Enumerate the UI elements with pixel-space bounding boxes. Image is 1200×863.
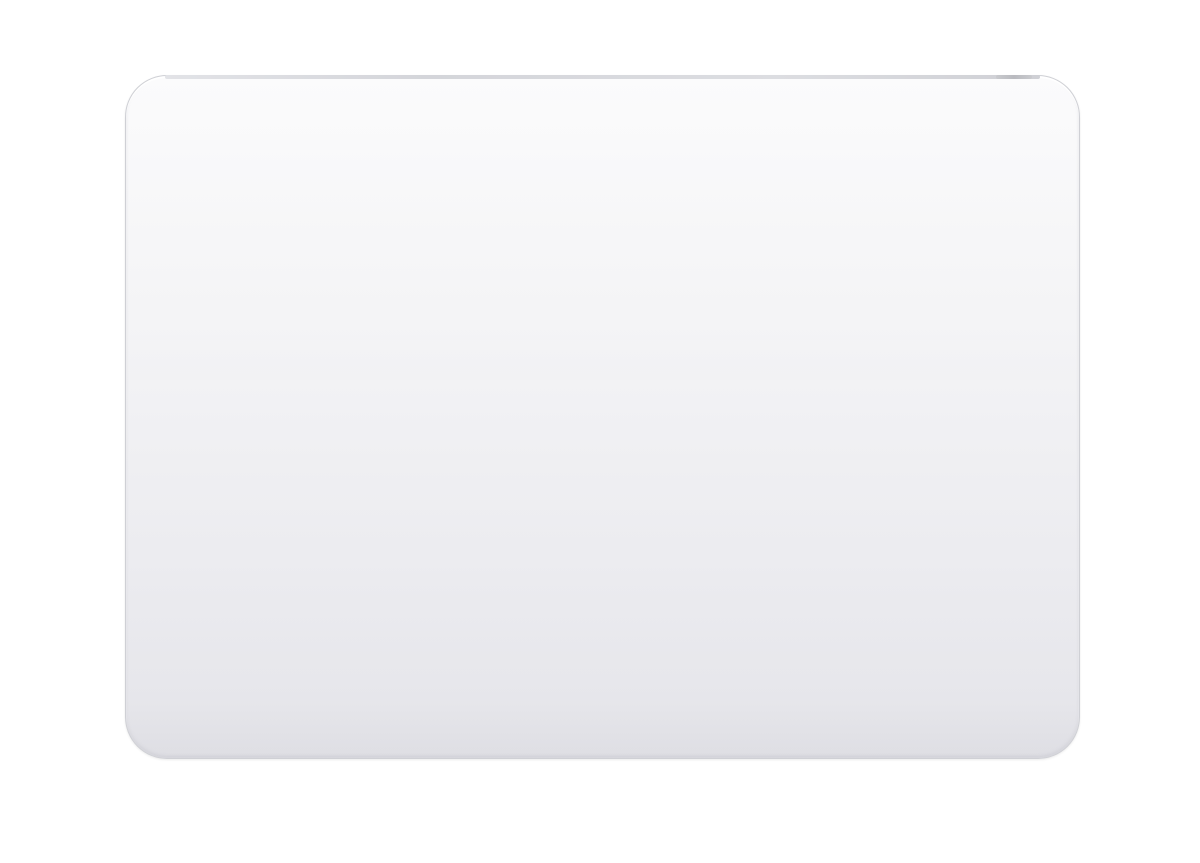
trackpad-surface [125, 75, 1080, 759]
trackpad-top-edge [165, 75, 1040, 79]
product-photo-canvas [0, 0, 1200, 863]
